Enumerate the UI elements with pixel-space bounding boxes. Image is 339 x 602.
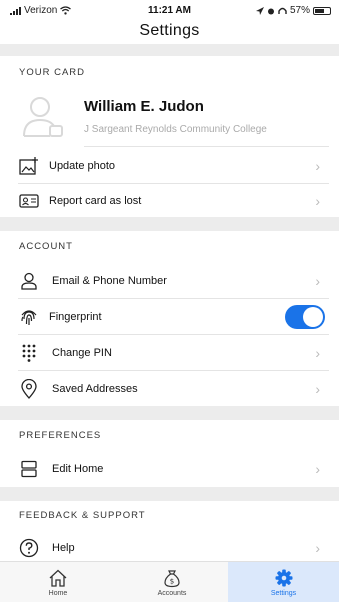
- battery-icon: [313, 6, 331, 15]
- location-pin-icon: [18, 378, 40, 400]
- card-holder-school: J Sargeant Reynolds Community College: [84, 124, 267, 135]
- home-icon: [49, 569, 67, 587]
- divider: [18, 183, 329, 184]
- change-pin-row[interactable]: Change PIN ›: [0, 336, 339, 369]
- saved-addresses-row[interactable]: Saved Addresses ›: [0, 372, 339, 405]
- tab-home-label: Home: [48, 590, 68, 597]
- fingerprint-row: Fingerprint: [0, 300, 339, 334]
- chevron-right-icon: ›: [315, 460, 320, 477]
- email-phone-row[interactable]: Email & Phone Number ›: [0, 264, 339, 297]
- divider: [18, 298, 329, 299]
- chevron-right-icon: ›: [315, 344, 320, 361]
- battery-percent: 57%: [289, 5, 310, 16]
- help-label: Help: [52, 542, 75, 554]
- fingerprint-icon: [18, 306, 40, 328]
- layout-icon: [18, 458, 40, 480]
- tab-home[interactable]: Home: [0, 562, 116, 602]
- fingerprint-toggle[interactable]: [285, 305, 325, 329]
- tab-bar: Home $ Accounts Settings: [0, 561, 339, 602]
- section-header-account: ACCOUNT: [19, 241, 73, 252]
- gear-icon: [275, 569, 292, 587]
- saved-addresses-label: Saved Addresses: [52, 382, 138, 395]
- help-icon: [18, 537, 40, 559]
- alarm-icon: [267, 8, 274, 14]
- section-gap: [0, 217, 339, 231]
- section-gap: [0, 487, 339, 501]
- change-pin-label: Change PIN: [52, 346, 112, 359]
- card-holder-name: William E. Judon: [84, 98, 204, 115]
- section-header-feedback: FEEDBACK & SUPPORT: [19, 510, 146, 521]
- help-row[interactable]: Help ›: [0, 534, 339, 562]
- update-photo-row[interactable]: Update photo ›: [0, 150, 339, 182]
- edit-home-row[interactable]: Edit Home ›: [0, 452, 339, 485]
- chevron-right-icon: ›: [315, 540, 320, 556]
- tab-accounts[interactable]: $ Accounts: [116, 562, 228, 602]
- section-gap: [0, 406, 339, 420]
- divider: [84, 146, 329, 147]
- money-bag-icon: $: [164, 570, 180, 588]
- edit-home-label: Edit Home: [52, 462, 104, 475]
- section-header-preferences: PREFERENCES: [19, 430, 102, 441]
- divider: [18, 334, 329, 335]
- add-photo-icon: [18, 155, 40, 177]
- status-bar: Verizon 11:21 AM 57%: [0, 0, 339, 20]
- section-header-your-card: YOUR CARD: [19, 67, 86, 78]
- chevron-right-icon: ›: [315, 158, 320, 174]
- id-card-icon: [18, 190, 40, 212]
- report-lost-row[interactable]: Report card as lost ›: [0, 185, 339, 217]
- svg-text:$: $: [170, 578, 174, 586]
- divider: [18, 370, 329, 371]
- tab-settings-label: Settings: [270, 590, 297, 597]
- avatar-icon: [23, 97, 63, 137]
- page-title: Settings: [139, 22, 200, 39]
- update-photo-label: Update photo: [49, 160, 116, 172]
- report-lost-label: Report card as lost: [49, 195, 142, 207]
- email-phone-label: Email & Phone Number: [52, 274, 167, 287]
- person-icon: [18, 270, 40, 292]
- fingerprint-label: Fingerprint: [49, 311, 102, 323]
- chevron-right-icon: ›: [315, 193, 320, 209]
- location-icon: [255, 6, 264, 15]
- headphones-icon: [278, 7, 287, 14]
- tab-accounts-label: Accounts: [157, 590, 187, 597]
- chevron-right-icon: ›: [315, 272, 320, 289]
- keypad-icon: [18, 342, 40, 364]
- section-gap: [0, 44, 339, 56]
- tab-settings[interactable]: Settings: [228, 562, 339, 602]
- chevron-right-icon: ›: [315, 380, 320, 397]
